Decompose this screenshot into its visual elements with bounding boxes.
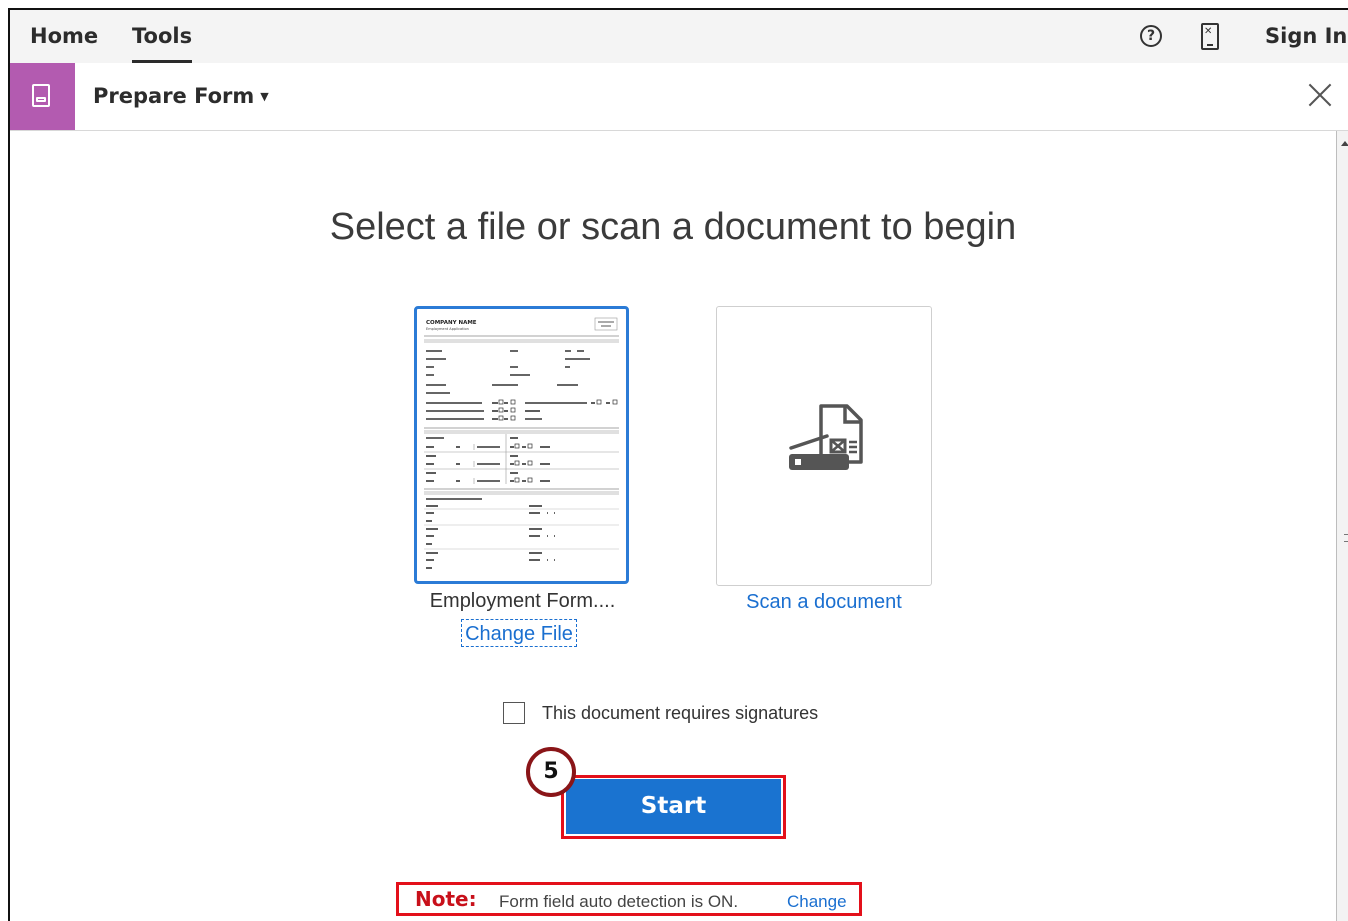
step-number-badge: 5 [526, 747, 576, 797]
scroll-grip-icon[interactable] [1344, 534, 1348, 542]
tool-title: Prepare Form [93, 84, 255, 108]
note-text: Form field auto detection is ON. [499, 892, 739, 911]
nav-tools[interactable]: Tools [132, 10, 193, 63]
app-window: Home Tools ? Sign In Prepare Form ▼ Selec… [8, 8, 1348, 921]
nav-tools-label: Tools [132, 24, 193, 48]
tool-title-dropdown[interactable]: Prepare Form ▼ [93, 63, 269, 130]
start-button[interactable]: Start [566, 779, 781, 834]
form-tool-icon [10, 63, 75, 130]
change-file-link[interactable]: Change File [461, 619, 577, 647]
scan-document-card[interactable] [716, 306, 932, 586]
sign-in-button[interactable]: Sign In [1265, 10, 1347, 63]
vertical-scrollbar[interactable] [1336, 131, 1348, 921]
top-menu-bar: Home Tools ? Sign In [10, 10, 1348, 64]
document-thumbnail: COMPANY NAME Employment Application [422, 314, 621, 576]
tool-header: Prepare Form ▼ [10, 63, 1348, 131]
thumb-subtitle: Employment Application [426, 327, 469, 331]
thumb-company-name: COMPANY NAME [426, 320, 477, 326]
note-callout: Note: Form field auto detection is ON. C… [396, 882, 862, 916]
scroll-up-icon[interactable] [1341, 141, 1348, 146]
help-icon[interactable]: ? [1140, 25, 1162, 47]
signatures-checkbox[interactable] [503, 702, 525, 724]
nav-home[interactable]: Home [30, 10, 98, 63]
page-heading: Select a file or scan a document to begi… [329, 206, 1017, 248]
scan-document-link[interactable]: Scan a document [716, 591, 932, 614]
mobile-icon[interactable] [1201, 23, 1219, 50]
scanner-icon [789, 404, 863, 470]
signatures-checkbox-label[interactable]: This document requires signatures [542, 702, 818, 724]
selected-file-name: Employment Form.... [429, 590, 616, 612]
note-label: Note: [415, 887, 477, 911]
caret-down-icon: ▼ [260, 90, 269, 103]
selected-file-thumbnail[interactable]: COMPANY NAME Employment Application [414, 306, 629, 584]
close-icon[interactable] [1306, 80, 1334, 108]
auto-detection-change-link[interactable]: Change [787, 892, 847, 912]
